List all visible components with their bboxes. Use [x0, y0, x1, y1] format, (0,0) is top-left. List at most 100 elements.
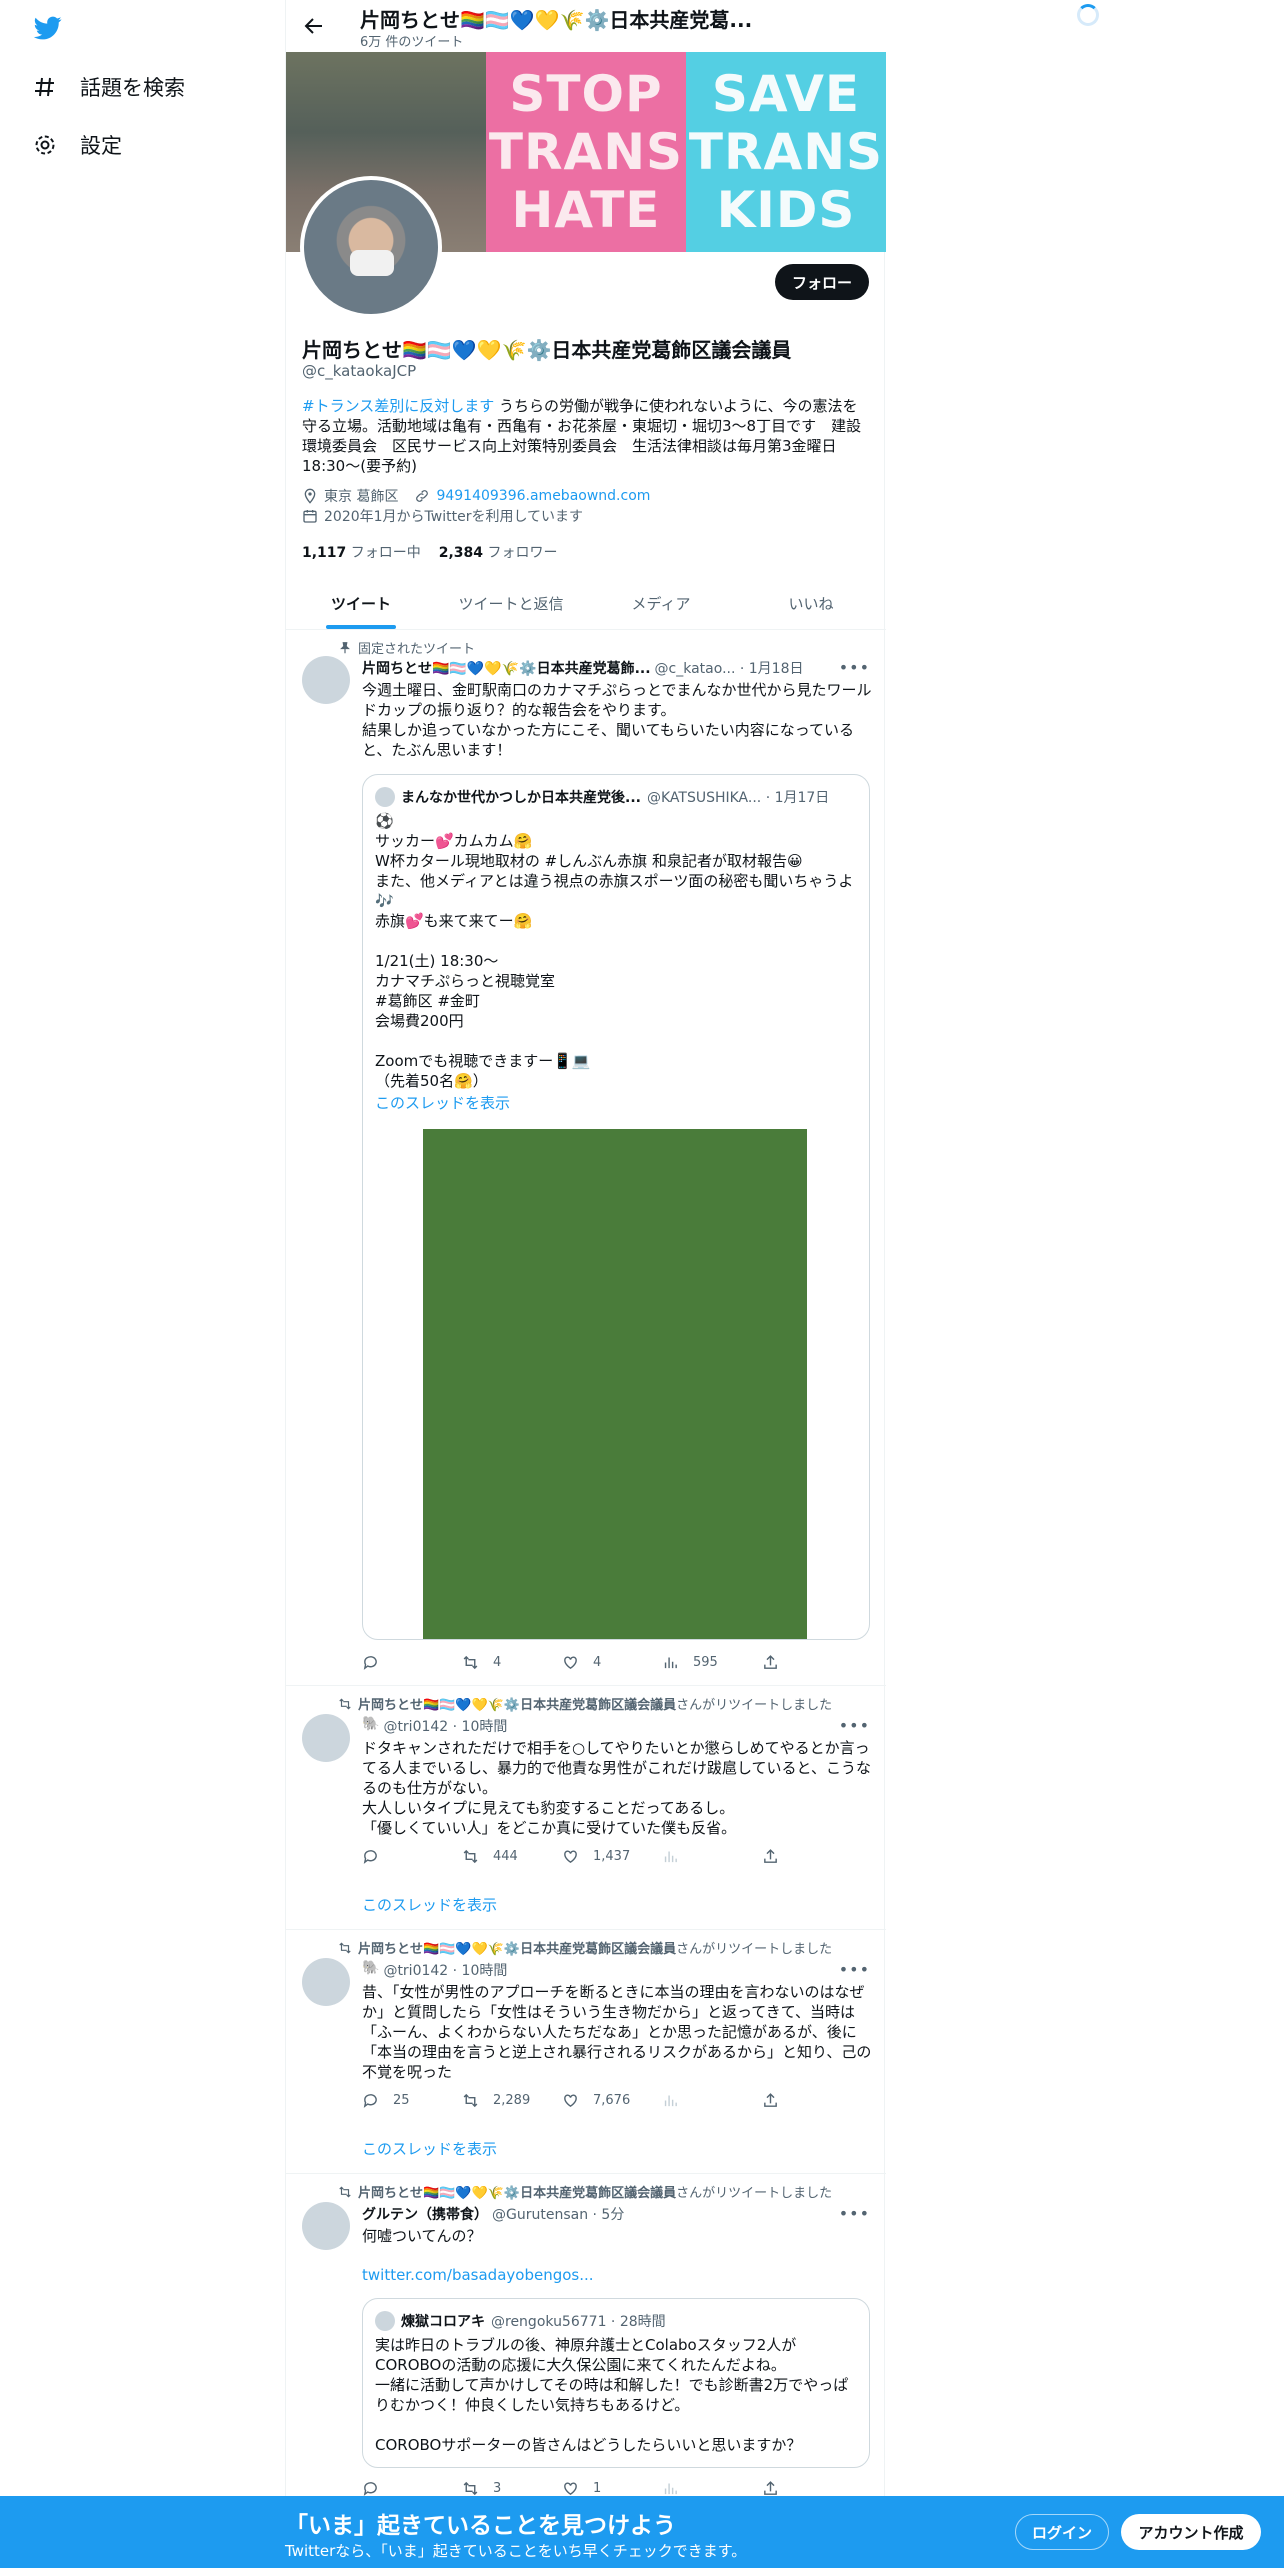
reply-button[interactable] [362, 1654, 462, 1671]
like-count: 4 [593, 1655, 602, 1670]
reply-icon [363, 2482, 377, 2496]
views-button[interactable] [662, 2480, 762, 2497]
signup-button[interactable]: アカウント作成 [1121, 2514, 1261, 2550]
retweet-icon [463, 1655, 478, 1670]
heart-icon [564, 1656, 577, 1670]
reply-button[interactable] [362, 2480, 462, 2497]
retweet-icon [339, 1698, 351, 1709]
retweet-context: 片岡ちとせ🏳️‍🌈🏳️‍⚧️💙💛🌾⚙️日本共産党葛飾区議会議員さんがリツイートし… [338, 1938, 832, 1957]
hashtag-icon [32, 74, 58, 100]
retweet-icon [463, 2481, 478, 2496]
nav-explore[interactable]: 話題を検索 [32, 72, 185, 102]
avatar[interactable] [302, 656, 350, 704]
signup-prompt-bar: 「いま」起きていることを見つけよう Twitterなら、「いま」起きていることを… [0, 2496, 1284, 2568]
retweet-icon [463, 1849, 478, 1864]
retweet-button[interactable]: 2,289 [462, 2092, 562, 2109]
quote-author-name: 煉獄コロアキ [401, 2314, 485, 2330]
retweet-button[interactable]: 3 [462, 2480, 562, 2497]
quote-media-image[interactable] [423, 1129, 807, 1639]
tweet-author-name[interactable]: 🐘 [362, 1716, 379, 1736]
like-count: 1,437 [593, 1849, 631, 1864]
tweet-meta[interactable]: @Gurutensan · 5分 [492, 2204, 624, 2224]
like-button[interactable]: 4 [562, 1654, 662, 1671]
share-button[interactable] [762, 2480, 779, 2497]
views-button[interactable] [662, 1848, 762, 1865]
retweet-button[interactable]: 4 [462, 1654, 562, 1671]
link-icon [416, 490, 429, 502]
back-arrow-icon[interactable] [302, 14, 326, 38]
profile-handle: @c_kataokaJCP [302, 362, 417, 380]
banner-word: SAVE [711, 65, 861, 123]
tab-tweets[interactable]: ツイート [286, 578, 436, 629]
tab-tweets-and-replies[interactable]: ツイートと返信 [436, 578, 586, 629]
more-options-icon[interactable]: ••• [839, 2204, 870, 2223]
follow-button[interactable]: フォロー [775, 264, 869, 300]
views-count: 595 [693, 1655, 718, 1670]
like-button[interactable]: 1,437 [562, 1848, 662, 1865]
follow-stats: 1,117 フォロー中 2,384 フォロワー [302, 542, 558, 562]
tab-likes[interactable]: いいね [736, 578, 886, 629]
profile-tabs: ツイート ツイートと返信 メディア いいね [286, 578, 886, 630]
quote-thread-link[interactable]: このスレッドを表示 [375, 1093, 859, 1113]
avatar [375, 2311, 395, 2331]
tweet-link[interactable]: twitter.com/basadayobengos... [362, 2266, 594, 2284]
nav-settings[interactable]: 設定 [32, 130, 122, 160]
calendar-icon [303, 510, 317, 523]
tweet-pinned[interactable]: 固定されたツイート 片岡ちとせ🏳️‍🌈🏳️‍⚧️💙💛🌾⚙️日本共産党葛飾... … [286, 630, 886, 1686]
header-name: 片岡ちとせ🏳️‍🌈🏳️‍⚧️💙💛🌾⚙️日本共産党葛... [360, 8, 753, 32]
tweet-header: グルテン（携帯食） @Gurutensan · 5分 [362, 2204, 852, 2224]
tweet-author-name[interactable]: 🐘 [362, 1960, 379, 1980]
login-button[interactable]: ログイン [1015, 2514, 1109, 2550]
tweet-meta[interactable]: @tri0142 · 10時間 [383, 1716, 507, 1736]
tweet-author-name[interactable]: グルテン（携帯食） [362, 2204, 488, 2224]
signup-prompt-title: 「いま」起きていることを見つけよう [285, 2513, 676, 2539]
profile-bio: #トランス差別に反対します うちらの労働が戦争に使われないように、今の憲法を守る… [302, 396, 870, 476]
avatar[interactable] [302, 2202, 350, 2250]
followers-count: 2,384 [438, 545, 484, 561]
heart-icon [564, 1850, 577, 1864]
tweet-retweet[interactable]: 片岡ちとせ🏳️‍🌈🏳️‍⚧️💙💛🌾⚙️日本共産党葛飾区議会議員さんがリツイートし… [286, 1686, 886, 1930]
quoted-tweet[interactable]: まんなか世代かつしか日本共産党後... @KATSUSHIKA... · 1月1… [362, 774, 870, 1640]
tweet-author-name[interactable]: 片岡ちとせ🏳️‍🌈🏳️‍⚧️💙💛🌾⚙️日本共産党葛飾... [362, 658, 651, 678]
share-button[interactable] [762, 1848, 779, 1865]
show-thread-link[interactable]: このスレッドを表示 [362, 1894, 497, 1915]
profile-avatar[interactable] [300, 176, 442, 318]
pinned-context: 固定されたツイート [338, 638, 475, 657]
reply-button[interactable]: 25 [362, 2092, 462, 2109]
following-stat[interactable]: 1,117 フォロー中 [302, 542, 421, 562]
reply-icon [363, 1656, 377, 1670]
tweet-retweet[interactable]: 片岡ちとせ🏳️‍🌈🏳️‍⚧️💙💛🌾⚙️日本共産党葛飾区議会議員さんがリツイートし… [286, 1930, 886, 2174]
like-button[interactable]: 1 [562, 2480, 662, 2497]
views-button[interactable]: 595 [662, 1654, 762, 1671]
like-button[interactable]: 7,676 [562, 2092, 662, 2109]
quoted-tweet[interactable]: 煉獄コロアキ @rengoku56771 · 28時間 実は昨日のトラブルの後、… [362, 2298, 870, 2468]
tweet-retweet[interactable]: 片岡ちとせ🏳️‍🌈🏳️‍⚧️💙💛🌾⚙️日本共産党葛飾区議会議員さんがリツイートし… [286, 2174, 886, 2496]
more-options-icon[interactable]: ••• [839, 1960, 870, 1979]
tab-media[interactable]: メディア [586, 578, 736, 629]
retweet-count: 4 [493, 1655, 502, 1670]
twitter-logo-icon[interactable] [32, 14, 64, 42]
reply-icon [363, 1850, 377, 1864]
share-icon [764, 2093, 777, 2107]
more-options-icon[interactable]: ••• [839, 658, 870, 677]
more-options-icon[interactable]: ••• [839, 1716, 870, 1735]
banner-word: TRANS [488, 123, 684, 181]
followers-stat[interactable]: 2,384 フォロワー [439, 542, 558, 562]
share-button[interactable] [762, 2092, 779, 2109]
bio-hashtag-link[interactable]: #トランス差別に反対します [302, 397, 494, 415]
share-icon [764, 1849, 777, 1863]
tweet-meta[interactable]: @tri0142 · 10時間 [383, 1960, 507, 1980]
views-button[interactable] [662, 2092, 762, 2109]
show-thread-link[interactable]: このスレッドを表示 [362, 2138, 497, 2159]
avatar[interactable] [302, 1958, 350, 2006]
profile-meta-row: 東京 葛飾区 9491409396.amebaownd.com [302, 486, 650, 506]
retweet-button[interactable]: 444 [462, 1848, 562, 1865]
retweeter-name-text: 片岡ちとせ🏳️‍🌈🏳️‍⚧️💙💛🌾⚙️日本共産党葛飾区議会議員 [358, 1698, 677, 1713]
tweet-text: ドタキャンされただけで相手を○してやりたいとか懲らしめてやるとか言ってる人までい… [362, 1739, 871, 1837]
avatar[interactable] [302, 1714, 350, 1762]
reply-button[interactable] [362, 1848, 462, 1865]
share-button[interactable] [762, 1654, 779, 1671]
gear-icon [32, 132, 58, 158]
tweet-meta[interactable]: @c_katao... · 1月18日 [655, 658, 804, 678]
profile-website-link[interactable]: 9491409396.amebaownd.com [436, 488, 650, 504]
